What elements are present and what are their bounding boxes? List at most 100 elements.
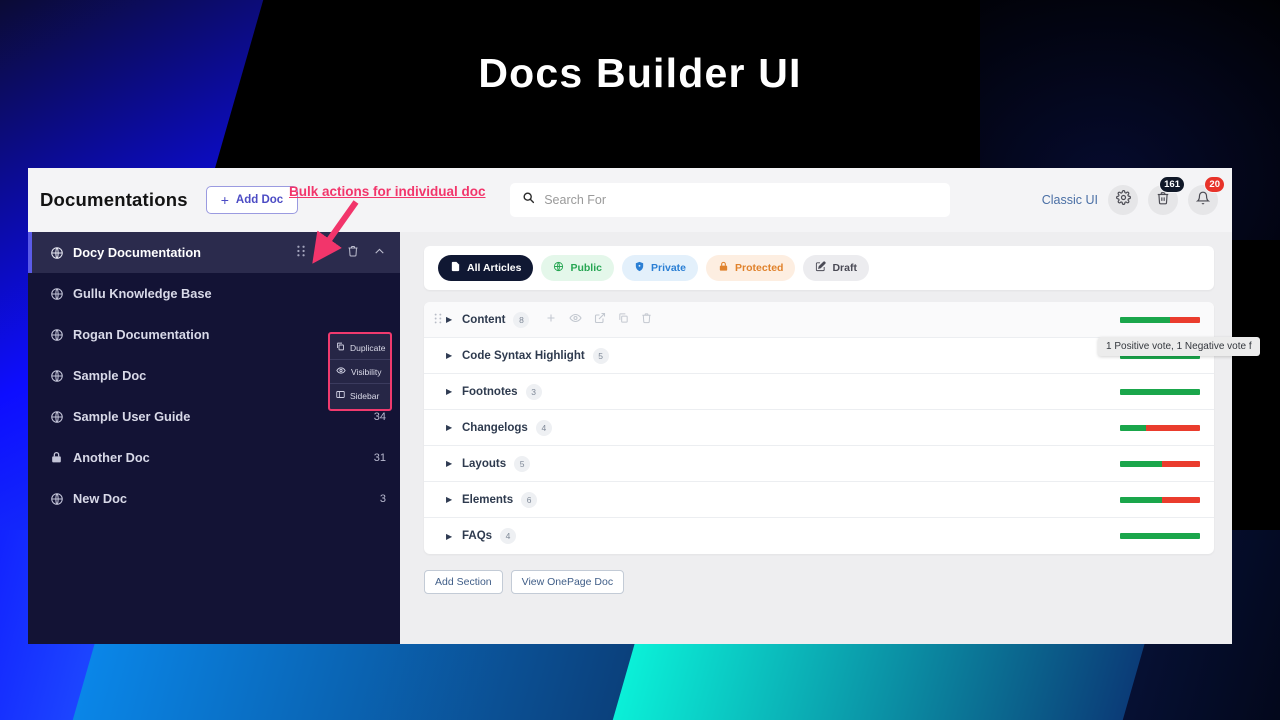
search-bar[interactable] — [510, 183, 950, 217]
menu-item-label: Sidebar — [350, 391, 379, 401]
vote-bar-positive — [1120, 533, 1200, 539]
eye-icon[interactable] — [569, 311, 582, 329]
section-row-content[interactable]: ▶ Content 8 — [424, 302, 1214, 338]
sidebar-item-another-doc[interactable]: Another Doc 31 — [28, 437, 400, 478]
add-section-button[interactable]: Add Section — [424, 570, 503, 594]
app-window: Documentations + Add Doc Classic UI — [28, 168, 1232, 644]
tab-private[interactable]: Private — [622, 255, 698, 281]
vote-bar-negative — [1170, 317, 1200, 323]
section-row-code-syntax-highlight[interactable]: ▶ Code Syntax Highlight 5 — [424, 338, 1214, 374]
drag-handle-icon[interactable] — [434, 313, 446, 327]
tab-public[interactable]: Public — [541, 255, 614, 281]
trash-count-badge: 161 — [1159, 176, 1185, 193]
vote-bar-negative — [1162, 461, 1200, 467]
tab-all-articles[interactable]: All Articles — [438, 255, 533, 281]
copy-icon[interactable] — [618, 311, 629, 329]
section-count-badge: 4 — [536, 420, 552, 436]
edit-icon — [815, 261, 826, 275]
tab-label: All Articles — [467, 262, 521, 274]
section-name: Footnotes — [462, 386, 518, 398]
expand-caret-icon[interactable]: ▶ — [446, 495, 462, 504]
main-panel: All Articles Public — [400, 232, 1232, 644]
vote-tooltip: 1 Positive vote, 1 Negative vote f — [1098, 337, 1260, 356]
tab-label: Private — [651, 262, 686, 274]
tab-protected[interactable]: Protected — [706, 255, 795, 281]
expand-caret-icon[interactable]: ▶ — [446, 423, 462, 432]
menu-item-label: Visibility — [351, 367, 382, 377]
globe-icon — [50, 287, 70, 301]
vote-bar-negative — [1162, 497, 1200, 503]
sidebar-item-count: 3 — [380, 493, 386, 505]
sidebar-item-label: Gullu Knowledge Base — [73, 286, 212, 301]
section-name: Changelogs — [462, 422, 528, 434]
add-doc-button[interactable]: + Add Doc — [206, 186, 298, 214]
notifications-button[interactable]: 20 — [1188, 185, 1218, 215]
sidebar-item-new-doc[interactable]: New Doc 3 — [28, 478, 400, 519]
duplicate-icon — [336, 342, 345, 353]
section-count-badge: 5 — [593, 348, 609, 364]
tab-label: Public — [570, 262, 602, 274]
gear-icon — [1116, 190, 1131, 210]
vote-bar-positive — [1120, 461, 1162, 467]
lock-icon — [50, 451, 70, 464]
vote-bar — [1120, 425, 1200, 431]
external-link-icon[interactable] — [594, 311, 606, 329]
vote-bar-positive — [1120, 425, 1146, 431]
view-onepage-doc-button[interactable]: View OnePage Doc — [511, 570, 624, 594]
sidebar-item-label: Rogan Documentation — [73, 327, 210, 342]
expand-caret-icon[interactable]: ▶ — [446, 315, 462, 324]
vote-bar-positive — [1120, 317, 1170, 323]
vote-bar — [1120, 497, 1200, 503]
section-name: Elements — [462, 494, 513, 506]
globe-icon — [50, 492, 70, 506]
section-name: FAQs — [462, 530, 492, 542]
app-body: Docy Documentation — [28, 232, 1232, 644]
expand-caret-icon[interactable]: ▶ — [446, 351, 462, 360]
section-count-badge: 6 — [521, 492, 537, 508]
trash-icon — [1156, 191, 1170, 210]
expand-caret-icon[interactable]: ▶ — [446, 532, 462, 541]
annotation-arrow-icon — [300, 198, 370, 268]
eye-icon — [336, 366, 346, 377]
vote-bar-positive — [1120, 389, 1200, 395]
search-input[interactable] — [544, 193, 938, 207]
annotation-label: Bulk actions for individual doc — [289, 184, 486, 199]
globe-icon — [50, 328, 70, 342]
globe-icon — [50, 410, 70, 424]
notifications-count-badge: 20 — [1204, 176, 1225, 193]
section-count-badge: 3 — [526, 384, 542, 400]
globe-icon — [50, 369, 70, 383]
sidebar-item-gullu-knowledge-base[interactable]: Gullu Knowledge Base — [28, 273, 400, 314]
trash-icon[interactable] — [641, 311, 652, 329]
trash-button[interactable]: 161 — [1148, 185, 1178, 215]
header-actions: Classic UI 161 — [1042, 185, 1218, 215]
sidebar-icon — [336, 390, 345, 401]
section-row-changelogs[interactable]: ▶ Changelogs 4 — [424, 410, 1214, 446]
settings-button[interactable] — [1108, 185, 1138, 215]
section-row-elements[interactable]: ▶ Elements 6 — [424, 482, 1214, 518]
tab-draft[interactable]: Draft — [803, 255, 869, 281]
bell-icon — [1196, 191, 1210, 210]
menu-item-sidebar[interactable]: Sidebar — [330, 383, 390, 407]
section-name: Content — [462, 314, 505, 326]
section-row-footnotes[interactable]: ▶ Footnotes 3 — [424, 374, 1214, 410]
shield-icon — [634, 261, 645, 275]
vote-bar — [1120, 533, 1200, 539]
section-row-faqs[interactable]: ▶ FAQs 4 — [424, 518, 1214, 554]
expand-caret-icon[interactable]: ▶ — [446, 387, 462, 396]
menu-item-visibility[interactable]: Visibility — [330, 359, 390, 383]
article-filter-tabs: All Articles Public — [424, 246, 1214, 290]
vote-bar-negative — [1146, 425, 1200, 431]
vote-bar — [1120, 389, 1200, 395]
section-buttons: Add Section View OnePage Doc — [424, 570, 1214, 594]
chevron-up-icon[interactable] — [373, 245, 386, 261]
section-name: Code Syntax Highlight — [462, 350, 585, 362]
vote-bar-positive — [1120, 497, 1162, 503]
menu-item-duplicate[interactable]: Duplicate — [330, 336, 390, 359]
slide-title: Docs Builder UI — [0, 50, 1280, 97]
expand-caret-icon[interactable]: ▶ — [446, 459, 462, 468]
section-row-layouts[interactable]: ▶ Layouts 5 — [424, 446, 1214, 482]
section-count-badge: 4 — [500, 528, 516, 544]
classic-ui-link[interactable]: Classic UI — [1042, 193, 1098, 207]
plus-icon[interactable] — [545, 311, 557, 329]
